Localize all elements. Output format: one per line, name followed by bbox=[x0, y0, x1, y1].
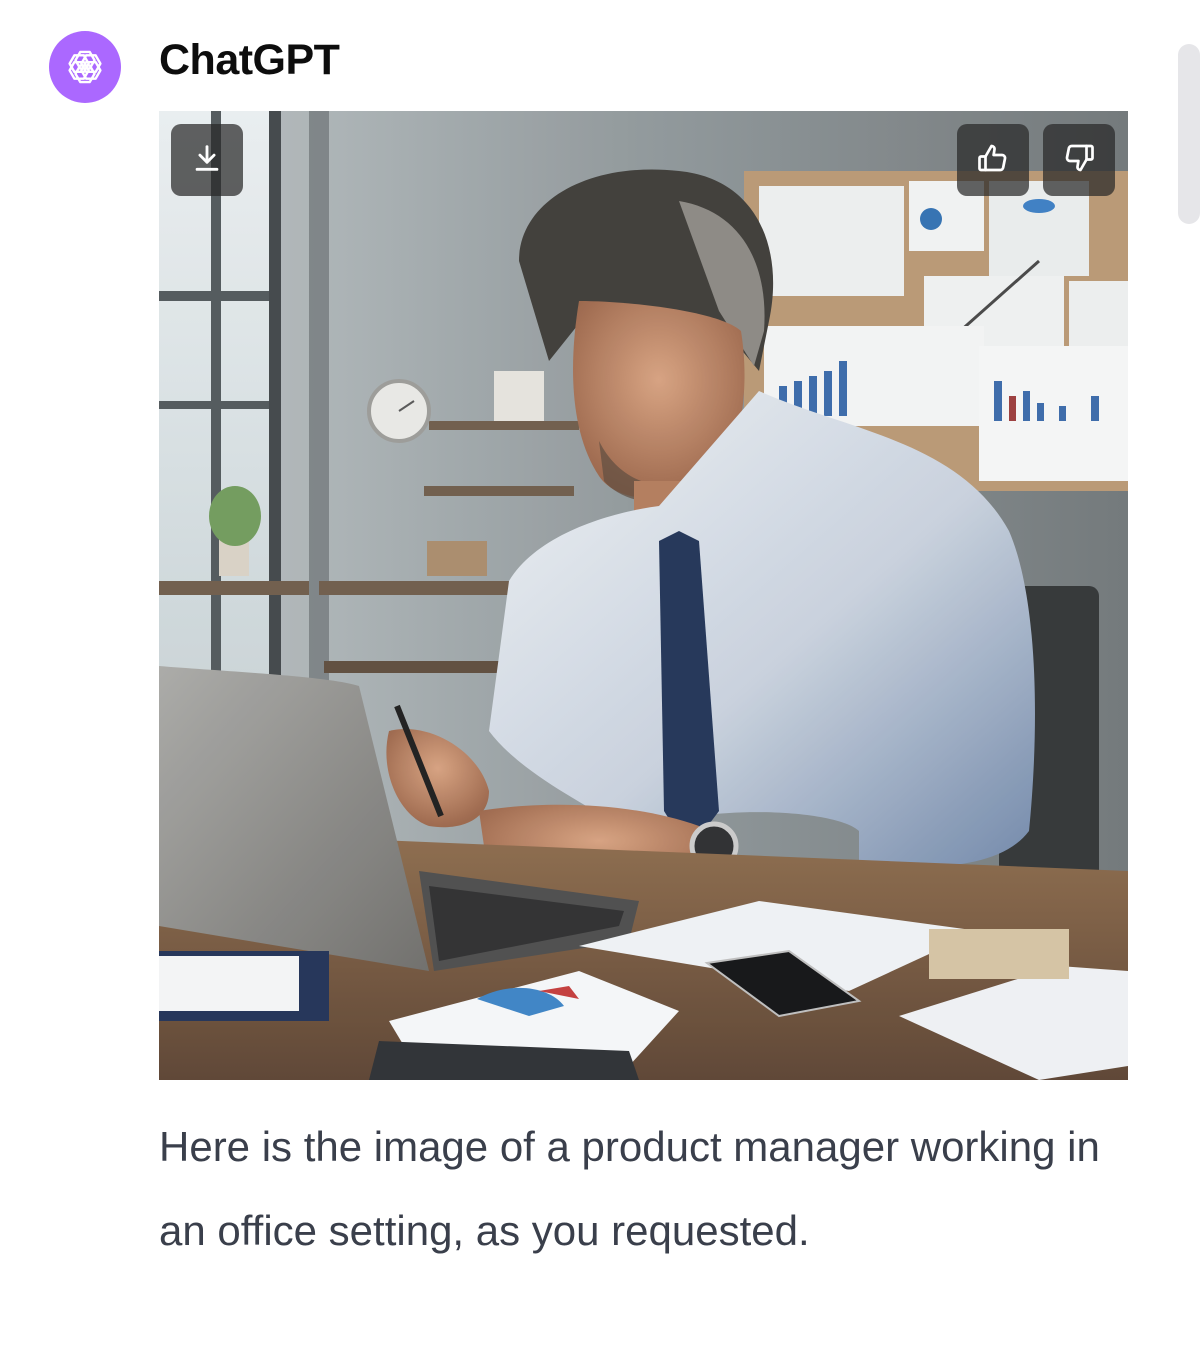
generated-image[interactable] bbox=[159, 111, 1128, 1080]
download-icon bbox=[190, 141, 224, 180]
office-scene-illustration bbox=[159, 111, 1128, 1080]
thumbs-up-button[interactable] bbox=[957, 124, 1029, 196]
scrollbar[interactable] bbox=[1178, 44, 1200, 224]
thumbs-down-button[interactable] bbox=[1043, 124, 1115, 196]
thumbs-up-icon bbox=[975, 140, 1011, 181]
chat-message: ChatGPT Here is the image of a product m… bbox=[0, 0, 1200, 1351]
thumbs-down-icon bbox=[1061, 140, 1097, 181]
sender-name: ChatGPT bbox=[159, 36, 340, 84]
download-button[interactable] bbox=[171, 124, 243, 196]
openai-logo-icon bbox=[49, 31, 121, 103]
message-text: Here is the image of a product manager w… bbox=[159, 1123, 1100, 1254]
